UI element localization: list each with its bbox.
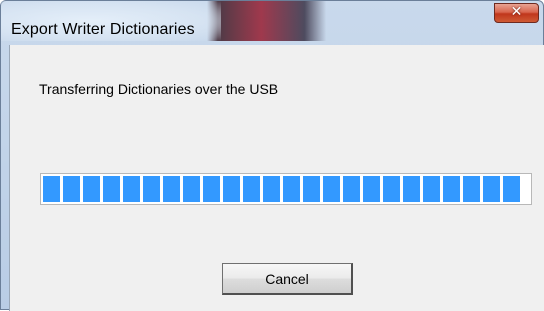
- progress-bar: [40, 173, 532, 205]
- dialog-body: Transferring Dictionaries over the USB C…: [9, 45, 544, 311]
- title-bar[interactable]: Export Writer Dictionaries ✕: [1, 1, 543, 41]
- progress-segment: [63, 176, 80, 202]
- progress-segment: [343, 176, 360, 202]
- progress-segment: [243, 176, 260, 202]
- progress-segment: [463, 176, 480, 202]
- progress-segment: [163, 176, 180, 202]
- progress-segment: [43, 176, 60, 202]
- status-message: Transferring Dictionaries over the USB: [39, 81, 279, 97]
- progress-segment: [323, 176, 340, 202]
- progress-segment: [303, 176, 320, 202]
- progress-segment: [383, 176, 400, 202]
- progress-segment: [183, 176, 200, 202]
- progress-segment: [283, 176, 300, 202]
- progress-segment: [503, 176, 520, 202]
- progress-segment: [103, 176, 120, 202]
- progress-segment: [223, 176, 240, 202]
- progress-segment: [83, 176, 100, 202]
- progress-segment: [203, 176, 220, 202]
- progress-segment: [483, 176, 500, 202]
- cancel-button[interactable]: Cancel: [222, 263, 353, 295]
- dialog-window: Export Writer Dictionaries ✕ Transferrin…: [0, 0, 544, 311]
- progress-segment: [423, 176, 440, 202]
- progress-segment: [123, 176, 140, 202]
- progress-segment: [263, 176, 280, 202]
- window-title: Export Writer Dictionaries: [11, 21, 195, 38]
- close-icon: ✕: [510, 4, 523, 20]
- progress-segment: [403, 176, 420, 202]
- progress-segment: [363, 176, 380, 202]
- close-button[interactable]: ✕: [494, 3, 539, 23]
- progress-segment: [443, 176, 460, 202]
- progress-segment: [143, 176, 160, 202]
